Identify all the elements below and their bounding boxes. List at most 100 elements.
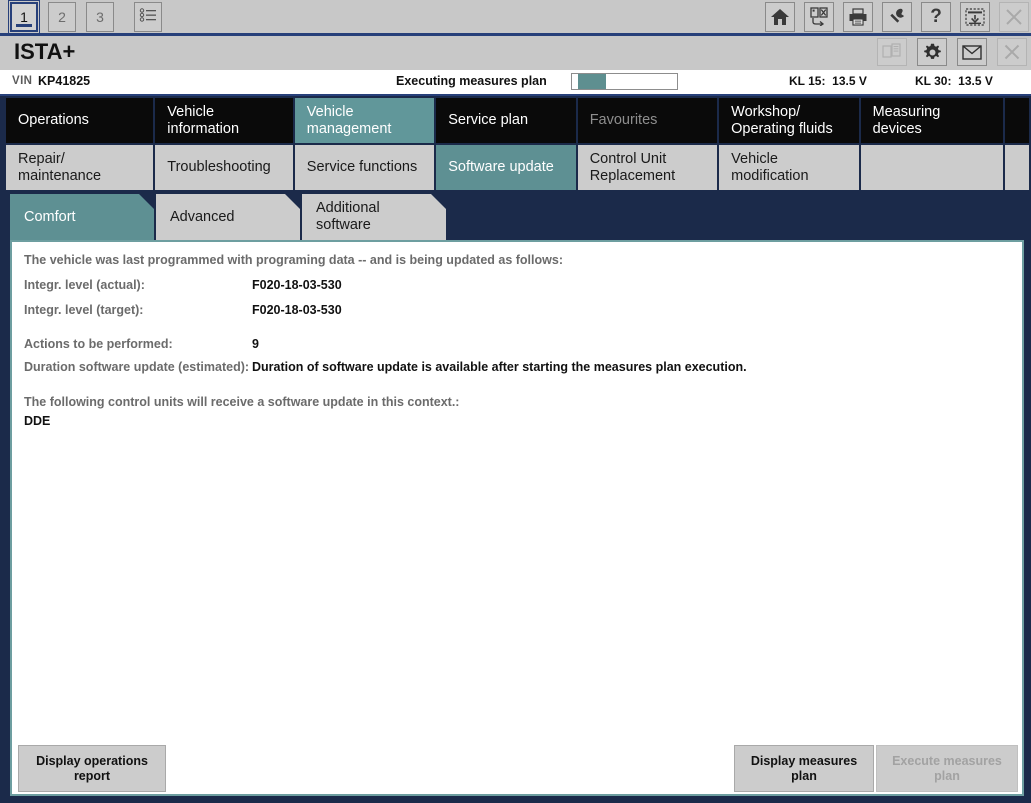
close-icon [1002, 42, 1022, 62]
nav-tab-label: Workshop/ Operating fluids [731, 104, 833, 138]
print-icon [848, 8, 868, 26]
nav-tab-operations[interactable]: Operations [6, 98, 153, 143]
nav-tab-measuring-devices[interactable]: Measuring devices [861, 98, 1003, 143]
import-icon-button[interactable] [960, 2, 990, 32]
subnav-tab-empty [861, 145, 1003, 190]
display-operations-report-button[interactable]: Display operations report [18, 745, 166, 792]
close-icon [1004, 7, 1024, 27]
wrench-icon [887, 7, 907, 27]
nav-tab-label: Service plan [448, 112, 528, 129]
identify-vehicle-icon [809, 7, 829, 26]
mail-icon [962, 45, 982, 60]
documents-icon [882, 43, 902, 61]
wrench-icon-button[interactable] [882, 2, 912, 32]
window-bottom-border [0, 798, 1031, 803]
tertiary-navigation-tabs: Comfort Advanced Additional software [10, 194, 448, 240]
documents-icon-button[interactable] [877, 38, 907, 66]
actions-to-be-performed-label: Actions to be performed: [24, 337, 173, 351]
nav-tab-label: Operations [18, 112, 89, 129]
session-button-2[interactable]: 2 [48, 2, 76, 32]
display-measures-plan-label: Display measures plan [751, 754, 857, 784]
session-button-1[interactable]: 1 [10, 2, 38, 32]
integration-level-target-label: Integr. level (target): [24, 303, 143, 317]
home-icon [770, 8, 790, 26]
subnav-tab-software-update[interactable]: Software update [436, 145, 575, 190]
home-icon-button[interactable] [765, 2, 795, 32]
integration-level-actual-label: Integr. level (actual): [24, 278, 145, 292]
duration-estimate-value: Duration of software update is available… [252, 360, 747, 374]
execution-progress-bar [571, 73, 678, 90]
nav-tab-favourites[interactable]: Favourites [578, 98, 717, 143]
kl15-value: 13.5 V [832, 74, 867, 88]
subnav-tab-service-functions[interactable]: Service functions [295, 145, 434, 190]
nav-tab-service-plan[interactable]: Service plan [436, 98, 575, 143]
content-intro-text: The vehicle was last programmed with pro… [24, 253, 563, 267]
content-panel: The vehicle was last programmed with pro… [10, 240, 1024, 796]
subnav-tab-troubleshooting[interactable]: Troubleshooting [155, 145, 293, 190]
session-button-3-label: 3 [96, 9, 104, 25]
kl30-label: KL 30: [915, 74, 951, 88]
session-button-3[interactable]: 3 [86, 2, 114, 32]
execution-status-label: Executing measures plan [396, 74, 547, 88]
print-icon-button[interactable] [843, 2, 873, 32]
subnav-tab-label: Troubleshooting [167, 159, 270, 176]
nav-tab-workshop-operating-fluids[interactable]: Workshop/ Operating fluids [719, 98, 858, 143]
nav-tab-label: Vehicle information [167, 104, 281, 138]
ista-application-window: 1 2 3 [0, 0, 1031, 803]
nav-tab-label: Measuring devices [873, 104, 991, 138]
subnav-tab-empty [1005, 145, 1029, 190]
app-title: ISTA+ [14, 39, 75, 65]
execute-measures-plan-button[interactable]: Execute measures plan [876, 745, 1018, 792]
nav-tab-vehicle-management[interactable]: Vehicle management [295, 98, 434, 143]
subsubnav-tab-label: Advanced [170, 209, 235, 226]
primary-navigation-tabs: Operations Vehicle information Vehicle man… [6, 98, 1031, 143]
identify-vehicle-icon-button[interactable] [804, 2, 834, 32]
subnav-tab-label: Software update [448, 159, 554, 176]
nav-tab-empty [1005, 98, 1029, 143]
list-icon [139, 7, 157, 26]
kl30-reading: KL 30: 13.5 V [915, 74, 993, 88]
gear-icon-button[interactable] [917, 38, 947, 66]
display-operations-report-label: Display operations report [36, 754, 148, 784]
subnav-tab-label: Repair/ maintenance [18, 151, 101, 185]
title-bar-actions [867, 38, 1027, 66]
subnav-tab-label: Control Unit Replacement [590, 151, 675, 185]
secondary-navigation-tabs: Repair/ maintenance Troubleshooting Servic… [6, 145, 1031, 190]
session-buttons-group: 1 2 3 [0, 0, 162, 33]
kl30-value: 13.5 V [958, 74, 993, 88]
subnav-tab-control-unit-replacement[interactable]: Control Unit Replacement [578, 145, 717, 190]
kl15-reading: KL 15: 13.5 V [789, 74, 867, 88]
subnav-tab-repair-maintenance[interactable]: Repair/ maintenance [6, 145, 153, 190]
subsubnav-tab-advanced[interactable]: Advanced [156, 194, 300, 240]
subsubnav-tab-comfort[interactable]: Comfort [10, 194, 154, 240]
session-button-1-label: 1 [20, 9, 28, 25]
subsubnav-tab-label: Additional software [316, 200, 380, 234]
help-icon-button[interactable]: ? [921, 2, 951, 32]
integration-level-target-value: F020-18-03-530 [252, 303, 342, 317]
actions-to-be-performed-value: 9 [252, 337, 259, 351]
footer-button-bar: Display operations report Display measur… [10, 745, 1024, 795]
vin-label: VIN [12, 75, 32, 87]
session-list-button[interactable] [134, 2, 162, 32]
subnav-tab-vehicle-modification[interactable]: Vehicle modification [719, 145, 858, 190]
window-close-icon-button[interactable] [997, 38, 1027, 66]
nav-tab-vehicle-information[interactable]: Vehicle information [155, 98, 293, 143]
subsubnav-tab-additional-software[interactable]: Additional software [302, 194, 446, 240]
top-toolbar: 1 2 3 [0, 0, 1031, 36]
help-icon: ? [930, 7, 942, 26]
close-icon-button[interactable] [999, 2, 1029, 32]
toolbar-actions-group: ? [756, 0, 1029, 33]
vehicle-status-bar: VIN KP41825 Executing measures plan KL 1… [0, 70, 1031, 96]
nav-tab-label: Vehicle management [307, 104, 392, 138]
session-button-2-label: 2 [58, 9, 66, 25]
control-units-intro: The following control units will receive… [24, 395, 459, 409]
subnav-tab-label: Service functions [307, 159, 417, 176]
gear-icon [923, 43, 942, 62]
nav-tab-label: Favourites [590, 112, 658, 129]
vin-value: KP41825 [38, 74, 90, 88]
display-measures-plan-button[interactable]: Display measures plan [734, 745, 874, 792]
import-icon [965, 8, 985, 26]
integration-level-actual-value: F020-18-03-530 [252, 278, 342, 292]
mail-icon-button[interactable] [957, 38, 987, 66]
subsubnav-tab-label: Comfort [24, 209, 76, 226]
